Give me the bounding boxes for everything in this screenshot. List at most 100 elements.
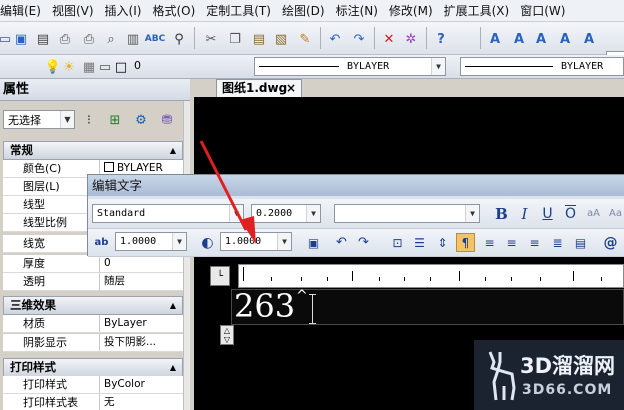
menu-extend-tools[interactable]: 扩展工具(X) xyxy=(442,2,512,19)
bullets-icon[interactable]: ☰ xyxy=(410,233,429,252)
oblique-combo[interactable]: 1.0000 ▼ xyxy=(115,232,187,251)
menu-edit[interactable]: 编辑(E) xyxy=(0,2,43,19)
edit-text-title[interactable]: 编辑文字 xyxy=(88,175,624,196)
spell-check-icon[interactable]: ABC xyxy=(145,30,165,48)
color-combo[interactable]: BYLAYER ▼ xyxy=(254,57,446,76)
justify-icon[interactable]: ≣ xyxy=(548,233,567,252)
insert-field-icon[interactable]: ⊡ xyxy=(388,233,407,252)
redo-icon[interactable]: ↷ xyxy=(354,233,373,252)
property-value[interactable]: 0 xyxy=(100,255,183,272)
redo-icon[interactable]: ↷ xyxy=(350,30,368,48)
menu-format[interactable]: 格式(O) xyxy=(150,2,197,19)
cut-icon[interactable]: ✂ xyxy=(202,30,220,48)
publish-icon[interactable]: ▥ xyxy=(124,30,142,48)
property-row[interactable]: 厚度 0 xyxy=(3,255,183,273)
align-right-icon[interactable]: ≡ xyxy=(525,233,544,252)
menu-draw[interactable]: 绘图(D) xyxy=(280,2,327,19)
property-value[interactable]: ByColor xyxy=(100,376,183,393)
undo-icon[interactable]: ↶ xyxy=(326,30,344,48)
chevron-down-icon[interactable]: ▼ xyxy=(172,233,186,250)
find-icon[interactable]: ⚲ xyxy=(170,30,188,48)
paste-icon[interactable]: ▤ xyxy=(250,30,268,48)
ruler-tick xyxy=(327,277,328,281)
menu-modify[interactable]: 修改(M) xyxy=(387,2,435,19)
chevron-down-icon[interactable]: ▼ xyxy=(306,205,320,222)
height-adjust-icon[interactable]: △ ▽ xyxy=(220,325,234,345)
print-icon[interactable]: ⎙ xyxy=(56,30,74,48)
align-left-icon[interactable]: ≡ xyxy=(480,233,499,252)
line-spacing-icon[interactable]: ⇕ xyxy=(433,233,452,252)
font-combo[interactable]: ▼ xyxy=(334,204,480,223)
tab-stop-icon[interactable]: └ xyxy=(210,266,230,286)
symbol-icon[interactable]: @ xyxy=(601,233,620,252)
quick-select-icon[interactable]: ⚙ xyxy=(132,111,150,129)
toolbar-separator xyxy=(320,27,321,49)
delete-icon[interactable]: ✕ xyxy=(380,30,398,48)
chevron-down-icon[interactable]: ▼ xyxy=(431,58,445,75)
match-properties-icon[interactable]: ✎ xyxy=(296,30,314,48)
menu-custom-tools[interactable]: 定制工具(T) xyxy=(204,2,273,19)
erase-icon[interactable]: ✲ xyxy=(402,30,420,48)
tab-document[interactable]: 图纸1.dwg × xyxy=(216,79,302,97)
property-row[interactable]: 透明 随层 xyxy=(3,273,183,291)
text-find-icon[interactable]: A xyxy=(556,30,574,48)
section-3d-effects[interactable]: 三维效果 ▲ xyxy=(3,296,183,315)
linetype-line-preview xyxy=(465,66,553,67)
property-value[interactable]: ByLayer xyxy=(100,315,183,332)
current-layer-value[interactable]: 0 xyxy=(134,59,141,72)
menu-window[interactable]: 窗口(W) xyxy=(518,2,567,19)
linetype-combo[interactable]: BYLAYER xyxy=(460,57,624,76)
uppercase-icon[interactable]: aA xyxy=(584,204,603,223)
help-icon[interactable]: ? xyxy=(432,30,450,48)
distribute-icon[interactable]: ▤ xyxy=(571,233,590,252)
property-value[interactable]: 无 xyxy=(100,394,183,410)
property-row[interactable]: 打印样式 ByColor xyxy=(3,376,183,394)
property-row[interactable]: 材质 ByLayer xyxy=(3,315,183,333)
sun-icon[interactable]: ☀ xyxy=(60,58,78,76)
save-icon[interactable]: ▣ xyxy=(12,30,30,48)
background-mask-icon[interactable]: ▣ xyxy=(304,233,323,252)
property-row[interactable]: 阴影显示 投下阴影... xyxy=(3,334,183,352)
plot-icon[interactable]: ⎙ xyxy=(80,30,98,48)
print-preview-icon[interactable]: ⌕ xyxy=(102,30,120,48)
collapse-icon[interactable]: ▲ xyxy=(170,297,176,314)
single-text-icon[interactable]: A xyxy=(510,30,528,48)
overline-button[interactable]: O xyxy=(561,204,580,223)
text-cursor-bottom xyxy=(309,323,316,324)
select-objects-icon[interactable]: ⊞ xyxy=(106,111,124,129)
text-edit-icon[interactable]: A xyxy=(532,30,550,48)
underline-button[interactable]: U xyxy=(538,204,557,223)
toggle-pickadd-icon[interactable]: ⁝ xyxy=(80,111,98,129)
text-scale-icon[interactable]: A xyxy=(580,30,598,48)
collapse-icon[interactable]: ▲ xyxy=(170,142,176,159)
menu-dimension[interactable]: 标注(N) xyxy=(334,2,380,19)
filter-icon[interactable]: ⛃ xyxy=(158,111,176,129)
edit-text-content[interactable]: 263 xyxy=(234,287,295,325)
chevron-down-icon[interactable]: ▼ xyxy=(465,205,479,222)
watermark-site: 3D66.COM xyxy=(522,382,613,398)
text-ruler[interactable] xyxy=(238,264,624,288)
menu-view[interactable]: 视图(V) xyxy=(50,2,96,19)
close-icon[interactable]: × xyxy=(286,80,296,96)
italic-button[interactable]: I xyxy=(515,204,534,223)
bold-button[interactable]: B xyxy=(492,204,511,223)
text-height-combo[interactable]: 0.2000 ▼ xyxy=(251,204,321,223)
lowercase-icon[interactable]: Aa xyxy=(606,204,624,223)
property-value[interactable]: 随层 xyxy=(100,273,183,290)
copy-icon[interactable]: ❐ xyxy=(226,30,244,48)
paste-special-icon[interactable]: ▧ xyxy=(272,30,290,48)
chevron-down-icon[interactable]: ▼ xyxy=(60,111,74,128)
section-plot-style[interactable]: 打印样式 ▲ xyxy=(3,358,183,377)
menu-insert[interactable]: 插入(I) xyxy=(103,2,144,19)
save-as-icon[interactable]: ▤ xyxy=(34,30,52,48)
align-center-icon[interactable]: ≡ xyxy=(502,233,521,252)
property-value[interactable]: 投下阴影... xyxy=(100,334,183,351)
property-row[interactable]: 打印样式表 无 xyxy=(3,394,183,410)
selection-combo[interactable]: 无选择 ▼ xyxy=(3,110,75,129)
section-general[interactable]: 常规 ▲ xyxy=(3,141,183,160)
text-style-icon[interactable]: A xyxy=(486,30,504,48)
paragraph-icon[interactable]: ¶ xyxy=(456,233,475,252)
collapse-icon[interactable]: ▲ xyxy=(170,359,176,376)
undo-icon[interactable]: ↶ xyxy=(332,233,351,252)
chevron-down-icon[interactable]: ▼ xyxy=(277,233,291,250)
